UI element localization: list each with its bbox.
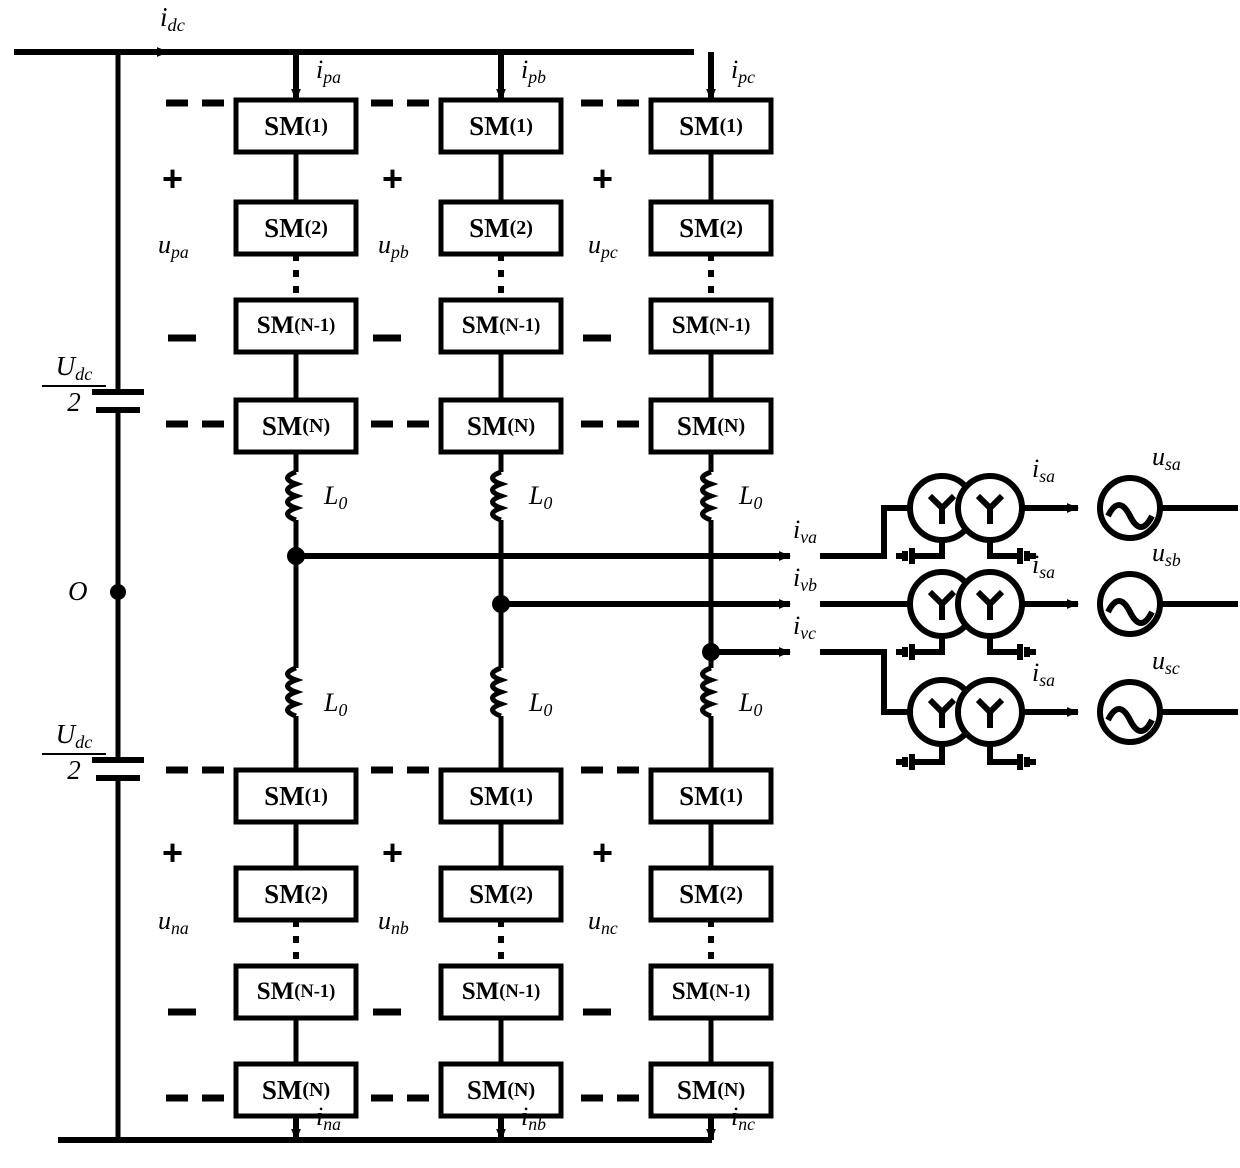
label-unc-plus: + [592,832,614,873]
label-l0-pb-upper: L0 [529,481,553,513]
label-upb-plus: + [382,158,404,199]
ac-source-b [1097,571,1238,637]
sm-label-pb-2: SM (2) [469,212,533,243]
sm-label-nb-1: SM (1) [469,780,533,811]
label-idc: idc [160,2,185,36]
label-udc-upper: Udc 2 [42,352,106,417]
phase-c-ac-jog [820,649,912,715]
ac-source-c [1097,679,1238,745]
sm-label-pa-1: SM (1) [264,110,328,141]
label-usb: usb [1152,538,1181,570]
label-usc: usc [1152,646,1180,678]
label-l0-pa-upper: L0 [324,481,348,513]
label-inc: inc [731,1102,755,1134]
label-upb: upb [378,230,409,262]
phase-a-ac-jog [820,505,912,559]
label-unb: unb [378,906,409,938]
sm-label-pc-n: SM (N) [676,410,746,441]
ground-c-primary [896,754,915,770]
label-ipc: ipc [731,55,755,87]
label-isa-line-c: isa [1032,658,1055,690]
sm-label-na-n1: SM (N-1) [256,978,336,1005]
label-upc-plus: + [592,158,614,199]
sm-label-na-2: SM (2) [264,878,328,909]
sm-label-pa-n: SM (N) [261,410,331,441]
sm-label-pc-n1: SM (N-1) [671,312,751,339]
circuit-wiring-layer [14,47,1238,1143]
label-unc: unc [588,906,618,938]
mmc-circuit-diagram: idc Udc 2 Udc 2 O ipa ipb ipc + upa + up… [0,0,1240,1168]
label-isa-line-a: isa [1032,454,1055,486]
phase-b-lower-inductor [490,665,509,719]
label-l0-na-lower: L0 [324,688,348,720]
label-l0-nb-lower: L0 [529,688,553,720]
sm-label-nc-2: SM (2) [679,878,743,909]
label-ivc: ivc [793,611,816,643]
sm-label-na-1: SM (1) [264,780,328,811]
sm-label-pb-n1: SM (N-1) [461,312,541,339]
sm-label-nb-2: SM (2) [469,878,533,909]
sm-label-pa-n1: SM (N-1) [256,312,336,339]
sm-label-nc-1: SM (1) [679,780,743,811]
label-iva: iva [793,515,817,547]
label-ivb: ivb [793,563,817,595]
label-upa: upa [158,230,189,262]
label-isa-line-b: isa [1032,550,1055,582]
label-udc-lower: Udc 2 [42,720,106,785]
transformer-a [907,473,1025,559]
label-una-plus: + [162,832,184,873]
phase-a-upper-inductor [285,469,304,523]
label-ipa: ipa [316,55,341,87]
label-una: una [158,906,189,938]
transformer-b [907,569,1025,655]
phase-b-upper-inductor [490,469,509,523]
phase-c-upper-inductor [700,469,719,523]
ground-a-primary [896,548,915,564]
dc-midpoint-node [110,584,126,600]
sm-label-pc-1: SM (1) [679,110,743,141]
label-inb: inb [521,1102,546,1134]
ground-b-primary [896,644,915,660]
label-midpoint-o: O [68,576,88,606]
label-ina: ina [316,1102,341,1134]
label-upa-plus: + [162,158,184,199]
label-upc: upc [588,230,618,262]
sm-label-pb-n: SM (N) [466,410,536,441]
label-l0-nc-lower: L0 [739,688,763,720]
phase-a-lower-inductor [285,665,304,719]
label-unb-plus: + [382,832,404,873]
sm-label-nb-n1: SM (N-1) [461,978,541,1005]
label-ipb: ipb [521,55,546,87]
sm-label-pc-2: SM (2) [679,212,743,243]
sm-label-pb-1: SM (1) [469,110,533,141]
ac-source-a [1097,475,1238,541]
sm-label-nc-n1: SM (N-1) [671,978,751,1005]
label-l0-pc-upper: L0 [739,481,763,513]
transformer-c [907,677,1025,765]
phase-c-lower-inductor [700,665,719,719]
sm-label-pa-2: SM (2) [264,212,328,243]
label-usa: usa [1152,442,1181,474]
ground-c-secondary [1017,754,1036,770]
